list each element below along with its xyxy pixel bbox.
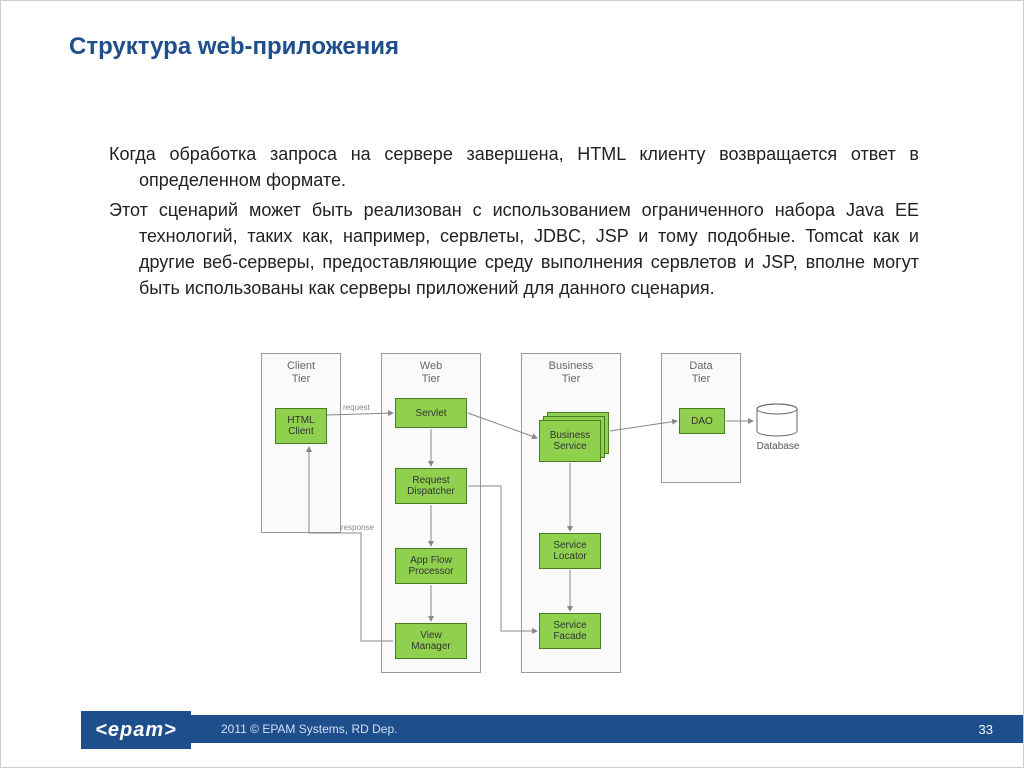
data-tier-label: DataTier <box>662 360 740 386</box>
database-label: Database <box>753 441 803 452</box>
service-facade-box: ServiceFacade <box>539 613 601 649</box>
epam-logo: <epam> <box>81 711 191 749</box>
database-icon <box>755 403 799 437</box>
business-tier-label: BusinessTier <box>522 360 620 386</box>
request-label: request <box>343 403 370 412</box>
response-label: response <box>341 523 374 532</box>
view-manager-box: ViewManager <box>395 623 467 659</box>
servlet-box: Servlet <box>395 398 467 428</box>
page-number: 33 <box>979 722 993 737</box>
slide-title: Структура web-приложения <box>69 33 399 61</box>
footer-copyright: 2011 © EPAM Systems, RD Dep. <box>221 722 397 736</box>
request-dispatcher-box: RequestDispatcher <box>395 468 467 504</box>
architecture-diagram: ClientTier WebTier BusinessTier DataTier… <box>261 353 801 683</box>
app-flow-processor-box: App FlowProcessor <box>395 548 467 584</box>
dao-box: DAO <box>679 408 725 434</box>
footer-bar: 2011 © EPAM Systems, RD Dep. 33 <box>81 715 1023 743</box>
paragraph-1: Когда обработка запроса на сервере завер… <box>109 141 919 193</box>
slide: Структура web-приложения Когда обработка… <box>0 0 1024 768</box>
business-service-box: BusinessService <box>539 420 601 462</box>
html-client-box: HTMLClient <box>275 408 327 444</box>
web-tier-label: WebTier <box>382 360 480 386</box>
client-tier-label: ClientTier <box>262 360 340 386</box>
paragraph-2: Этот сценарий может быть реализован с ис… <box>109 197 919 301</box>
body-text: Когда обработка запроса на сервере завер… <box>109 141 919 306</box>
service-locator-box: ServiceLocator <box>539 533 601 569</box>
